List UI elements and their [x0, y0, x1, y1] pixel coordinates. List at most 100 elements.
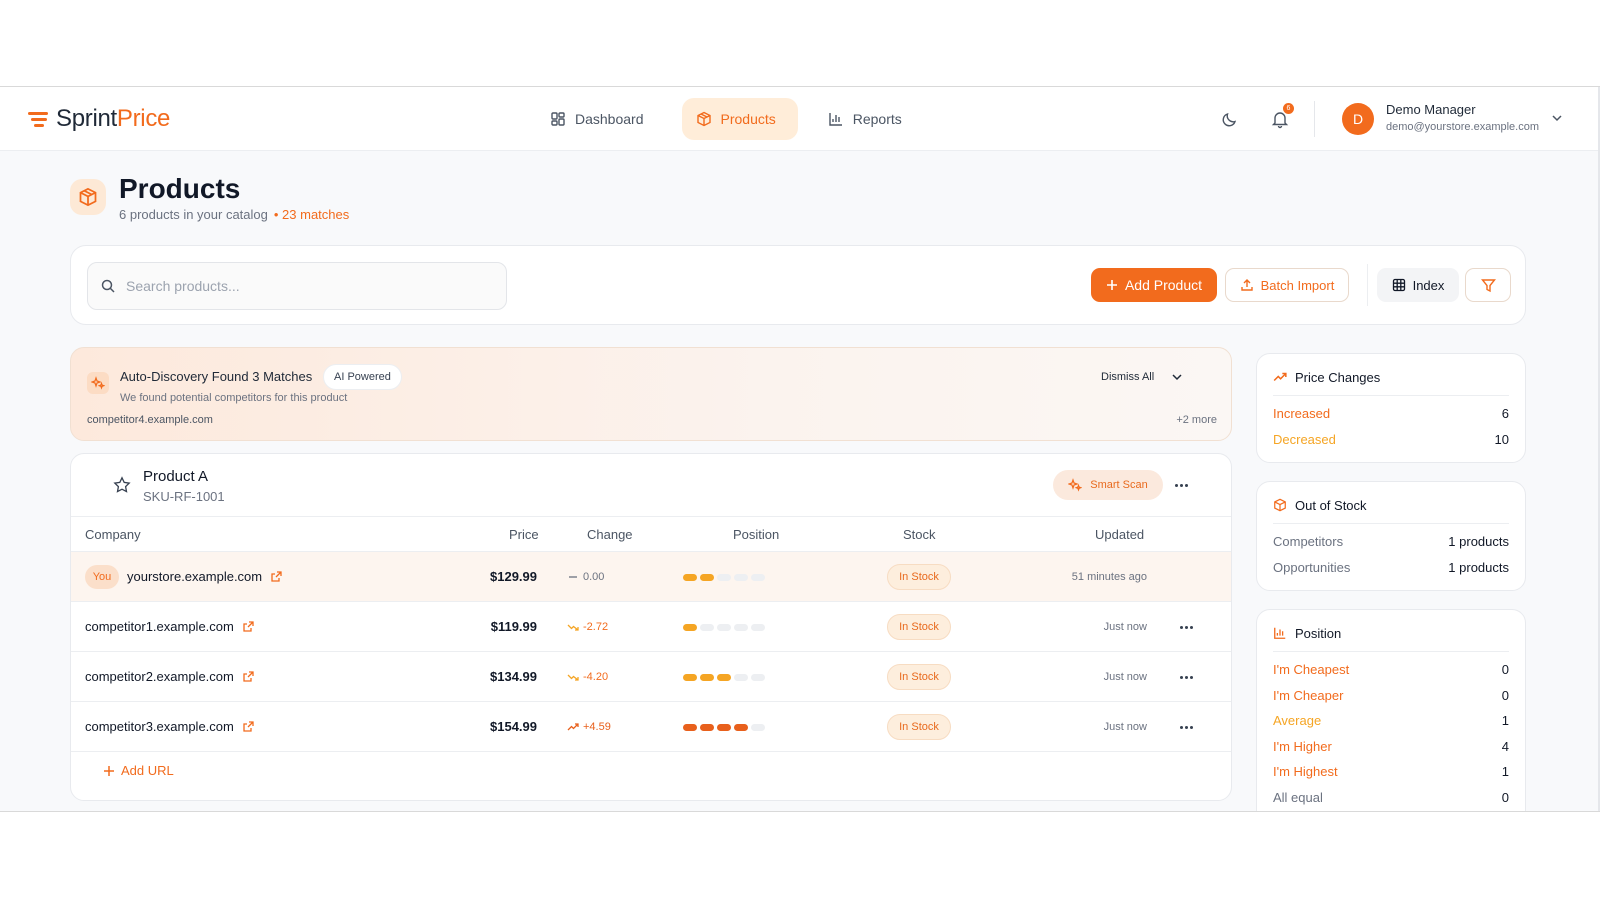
company-cell: yourstore.example.com [127, 569, 283, 584]
search-input[interactable] [126, 278, 486, 294]
nav-tab-dashboard[interactable]: Dashboard [536, 98, 666, 140]
position-segment [683, 674, 697, 681]
column-header-price[interactable]: Price [509, 527, 539, 542]
position-segment [734, 574, 748, 581]
company-name[interactable]: yourstore.example.com [127, 569, 262, 584]
box-icon [1274, 498, 1286, 512]
bar-chart-icon [1274, 627, 1286, 639]
price-cell: $119.99 [490, 619, 537, 634]
panel-title: Price Changes [1295, 370, 1381, 385]
position-segment [751, 674, 765, 681]
stock-badge: In Stock [887, 564, 951, 590]
dismiss-all-button[interactable]: Dismiss All [1101, 370, 1184, 384]
column-header-position[interactable]: Position [733, 527, 779, 542]
more-matches-link[interactable]: +2 more [1176, 414, 1217, 426]
upload-icon [1240, 279, 1253, 291]
change-value: -2.72 [583, 621, 609, 633]
external-link-icon[interactable] [270, 570, 283, 583]
stat-row-increased[interactable]: Increased 6 [1273, 406, 1509, 421]
stat-label: I'm Highest [1273, 764, 1338, 779]
position-segment [717, 724, 731, 731]
star-icon[interactable] [113, 476, 131, 494]
out-of-stock-panel: Out of Stock Competitors 1 products Oppor… [1256, 481, 1526, 591]
stat-label: Average [1273, 713, 1322, 728]
updated-cell: Just now [1103, 721, 1147, 733]
nav-tab-reports[interactable]: Reports [814, 98, 924, 140]
filter-button[interactable] [1465, 268, 1511, 302]
panel-title: Out of Stock [1295, 498, 1367, 513]
discovered-domain[interactable]: competitor4.example.com [87, 414, 213, 426]
search-icon [101, 279, 115, 293]
column-header-change[interactable]: Change [587, 527, 633, 542]
discovery-title: Auto-Discovery Found 3 Matches [120, 369, 313, 384]
chevron-down-icon[interactable] [1550, 111, 1564, 125]
stat-row-cheapest[interactable]: I'm Cheapest 0 [1273, 662, 1509, 677]
main-nav-tabs: Dashboard Products Reports [536, 98, 924, 140]
chevron-down-icon[interactable] [1170, 370, 1184, 384]
matches-count[interactable]: • 23 matches [274, 207, 349, 222]
avatar[interactable]: D [1342, 103, 1374, 135]
panel-title: Position [1295, 626, 1342, 641]
batch-import-label: Batch Import [1260, 277, 1335, 293]
external-link-icon[interactable] [242, 670, 255, 683]
nav-tab-products[interactable]: Products [681, 98, 798, 140]
column-header-company[interactable]: Company [85, 527, 141, 542]
change-cell: +4.59 [567, 721, 611, 733]
stat-value: 0 [1501, 662, 1509, 677]
company-name[interactable]: competitor3.example.com [85, 719, 234, 734]
stat-value: 1 products [1448, 560, 1509, 575]
user-name: Demo Manager [1386, 102, 1476, 117]
smart-scan-label: Smart Scan [1090, 479, 1148, 491]
position-indicator [683, 674, 765, 681]
app-logo[interactable]: SprintPrice [28, 105, 170, 133]
table-header: Company Price Change Position Stock Upda… [71, 516, 1231, 552]
sparkles-icon [87, 372, 109, 394]
position-segment [751, 624, 765, 631]
company-name[interactable]: competitor1.example.com [85, 619, 234, 634]
column-header-updated[interactable]: Updated [1095, 527, 1144, 542]
stat-row-cheaper[interactable]: I'm Cheaper 0 [1273, 688, 1509, 703]
company-cell: competitor1.example.com [85, 619, 255, 634]
notifications-button[interactable]: 6 [1270, 103, 1294, 129]
stat-row-competitors[interactable]: Competitors 1 products [1273, 534, 1509, 549]
stat-value: 1 products [1448, 534, 1509, 549]
add-url-button[interactable]: Add URL [103, 763, 174, 778]
nav-tab-label: Reports [852, 111, 902, 127]
plus-icon [104, 765, 114, 776]
stat-row-highest[interactable]: I'm Highest 1 [1273, 764, 1509, 779]
stat-value: 0 [1501, 790, 1509, 805]
company-name[interactable]: competitor2.example.com [85, 669, 234, 684]
stock-badge: In Stock [887, 664, 951, 690]
product-name[interactable]: Product A [143, 468, 208, 485]
box-icon [696, 111, 711, 127]
stat-row-higher[interactable]: I'm Higher 4 [1273, 739, 1509, 754]
stat-row-all-equal[interactable]: All equal 0 [1273, 790, 1509, 805]
stat-label: Competitors [1273, 534, 1344, 549]
more-options-icon[interactable] [1172, 476, 1190, 494]
position-segment [717, 574, 731, 581]
stat-row-opportunities[interactable]: Opportunities 1 products [1273, 560, 1509, 575]
column-header-stock[interactable]: Stock [903, 527, 936, 542]
position-segment [683, 624, 697, 631]
row-more-options-icon[interactable] [1177, 718, 1195, 736]
index-view-button[interactable]: Index [1377, 268, 1459, 302]
external-link-icon[interactable] [242, 720, 255, 733]
row-more-options-icon[interactable] [1177, 618, 1195, 636]
nav-tab-label: Dashboard [575, 111, 644, 127]
external-link-icon[interactable] [242, 620, 255, 633]
row-more-options-icon[interactable] [1177, 668, 1195, 686]
stat-row-average[interactable]: Average 1 [1273, 713, 1509, 728]
add-product-button[interactable]: Add Product [1091, 268, 1217, 302]
smart-scan-button[interactable]: Smart Scan [1053, 470, 1163, 500]
stat-label: Increased [1273, 406, 1331, 421]
moon-icon[interactable] [1220, 109, 1240, 129]
stat-row-decreased[interactable]: Decreased 10 [1273, 432, 1509, 447]
panel-header: Out of Stock [1273, 498, 1509, 524]
stat-value: 4 [1501, 739, 1509, 754]
position-segment [717, 674, 731, 681]
nav-tab-label: Products [720, 111, 776, 127]
batch-import-button[interactable]: Batch Import [1225, 268, 1349, 302]
stat-label: Opportunities [1273, 560, 1351, 575]
position-indicator [683, 724, 765, 731]
company-cell: competitor2.example.com [85, 669, 255, 684]
